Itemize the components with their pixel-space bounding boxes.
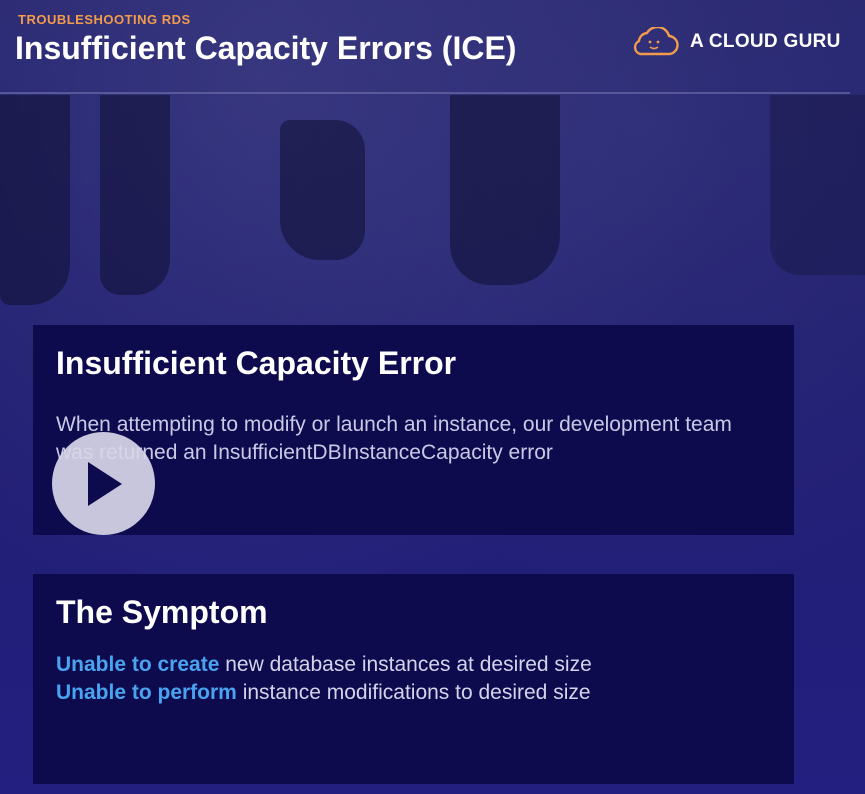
bg-silhouette xyxy=(0,95,70,305)
brand-name: A CLOUD GURU xyxy=(690,31,841,52)
bg-silhouette xyxy=(450,95,560,285)
bg-silhouette xyxy=(280,120,365,260)
panel-heading: The Symptom xyxy=(56,594,268,630)
symptom-text: instance modifications to desired size xyxy=(236,681,591,704)
bg-silhouette xyxy=(770,95,865,275)
brand-logo: A CLOUD GURU xyxy=(628,26,841,58)
slide-title: Insufficient Capacity Errors (ICE) xyxy=(15,30,517,66)
section-kicker: TROUBLESHOOTING RDS xyxy=(18,12,191,27)
symptom-item: Unable to perform instance modifications… xyxy=(56,679,592,707)
symptom-highlight: Unable to create xyxy=(56,653,220,676)
cloud-icon xyxy=(633,27,679,56)
panel-body-text: When attempting to modify or launch an i… xyxy=(56,413,732,464)
symptom-text: new database instances at desired size xyxy=(219,653,592,676)
play-icon xyxy=(87,461,122,506)
symptom-panel: The Symptom Unable to create new databas… xyxy=(33,574,794,784)
symptom-list: Unable to create new database instances … xyxy=(56,651,592,707)
symptom-item: Unable to create new database instances … xyxy=(56,651,592,679)
symptom-highlight: Unable to perform xyxy=(56,681,237,704)
header-divider xyxy=(0,92,850,94)
bg-silhouette xyxy=(100,95,170,295)
panel-heading: Insufficient Capacity Error xyxy=(56,345,457,381)
play-button[interactable] xyxy=(52,432,155,535)
